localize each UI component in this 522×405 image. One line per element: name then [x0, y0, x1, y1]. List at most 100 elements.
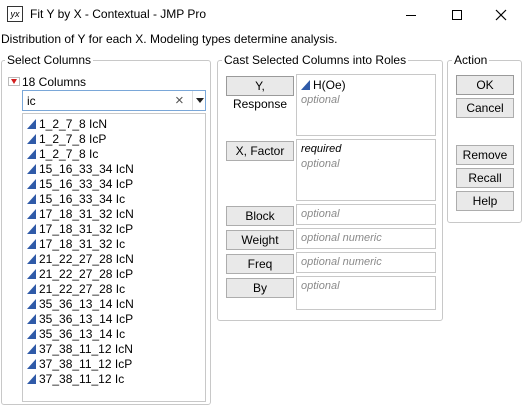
block-role-box[interactable]: optional — [296, 204, 436, 225]
y-role-value: H(Oe) — [313, 78, 346, 92]
continuous-column-icon — [27, 298, 36, 309]
continuous-column-icon — [27, 208, 36, 219]
column-list-item[interactable]: 1_2_7_8 IcN — [27, 116, 107, 131]
search-options-dropdown-icon[interactable] — [192, 91, 206, 110]
column-name: 21_22_27_28 IcN — [39, 251, 134, 266]
x-role-hint: optional — [301, 158, 340, 170]
column-list-item[interactable]: 17_18_31_32 IcP — [27, 221, 133, 236]
column-list-item[interactable]: 17_18_31_32 IcN — [27, 206, 134, 221]
column-list-item[interactable]: 21_22_27_28 Ic — [27, 281, 125, 296]
column-name: 37_38_11_12 IcP — [39, 356, 133, 371]
title-bar: yx Fit Y by X - Contextual - JMP Pro — [0, 0, 522, 30]
y-role-hint: optional — [301, 94, 340, 106]
search-value: ic — [27, 94, 36, 108]
column-list[interactable]: 1_2_7_8 IcN 1_2_7_8 IcP 1_2_7_8 Ic 15_16_33… — [22, 113, 206, 402]
column-name: 21_22_27_28 Ic — [39, 281, 126, 296]
cast-columns-label: Cast Selected Columns into Roles — [222, 53, 409, 67]
window-title: Fit Y by X - Contextual - JMP Pro — [30, 7, 207, 21]
column-name: 1_2_7_8 Ic — [39, 146, 99, 161]
column-list-item[interactable]: 37_38_11_12 IcP — [27, 356, 132, 371]
y-response-role-box[interactable]: H(Oe) optional — [296, 74, 436, 136]
maximize-icon — [452, 10, 462, 20]
continuous-column-icon — [27, 253, 36, 264]
column-name: 1_2_7_8 IcN — [39, 116, 108, 131]
weight-role-box[interactable]: optional numeric — [296, 228, 436, 249]
by-role-box[interactable]: optional — [296, 276, 436, 310]
column-list-item[interactable]: 15_16_33_34 IcP — [27, 176, 133, 191]
continuous-column-icon — [27, 358, 36, 369]
maximize-button[interactable] — [434, 0, 480, 30]
freq-role-box[interactable]: optional numeric — [296, 252, 436, 273]
column-name: 15_16_33_34 IcN — [39, 161, 134, 176]
column-list-item[interactable]: 37_38_11_12 IcN — [27, 341, 133, 356]
continuous-column-icon — [27, 283, 36, 294]
continuous-column-icon — [27, 148, 36, 159]
column-name: 37_38_11_12 IcN — [39, 341, 133, 356]
column-list-item[interactable]: 1_2_7_8 Ic — [27, 146, 98, 161]
continuous-column-icon — [27, 193, 36, 204]
cancel-button[interactable]: Cancel — [456, 98, 514, 118]
continuous-column-icon — [27, 328, 36, 339]
column-name: 15_16_33_34 Ic — [39, 191, 126, 206]
continuous-column-icon — [27, 313, 36, 324]
column-list-item[interactable]: 17_18_31_32 Ic — [27, 236, 125, 251]
continuous-column-icon — [27, 163, 36, 174]
close-button[interactable] — [480, 0, 522, 30]
dialog-description: Distribution of Y for each X. Modeling t… — [1, 32, 338, 46]
column-list-item[interactable]: 1_2_7_8 IcP — [27, 131, 106, 146]
column-name: 17_18_31_32 IcP — [39, 221, 134, 236]
weight-role-hint: optional numeric — [301, 232, 382, 244]
continuous-column-icon — [27, 133, 36, 144]
column-list-item[interactable]: 35_36_13_14 IcP — [27, 311, 133, 326]
column-name: 35_36_13_14 Ic — [39, 326, 126, 341]
column-name: 35_36_13_14 IcN — [39, 296, 134, 311]
x-role-required: required — [301, 143, 342, 155]
close-icon — [495, 9, 507, 21]
continuous-column-icon — [27, 238, 36, 249]
column-list-item[interactable]: 15_16_33_34 IcN — [27, 161, 134, 176]
continuous-column-icon — [27, 118, 36, 129]
column-name: 17_18_31_32 Ic — [39, 236, 126, 251]
help-button[interactable]: Help — [456, 191, 514, 211]
column-name: 37_38_11_12 Ic — [39, 371, 125, 386]
freq-button[interactable]: Freq — [226, 254, 294, 274]
by-role-hint: optional — [301, 280, 340, 292]
column-list-item[interactable]: 21_22_27_28 IcN — [27, 251, 134, 266]
column-search-input[interactable]: ic × — [22, 90, 206, 111]
column-name: 35_36_13_14 IcP — [39, 311, 134, 326]
column-list-item[interactable]: 37_38_11_12 Ic — [27, 371, 124, 386]
column-list-item[interactable]: 15_16_33_34 Ic — [27, 191, 125, 206]
clear-search-icon[interactable]: × — [175, 92, 184, 109]
block-button[interactable]: Block — [226, 206, 294, 226]
column-name: 21_22_27_28 IcP — [39, 266, 134, 281]
ok-button[interactable]: OK — [456, 75, 514, 95]
continuous-column-icon — [27, 373, 36, 384]
column-name: 17_18_31_32 IcN — [39, 206, 134, 221]
by-button[interactable]: By — [226, 278, 294, 298]
freq-role-hint: optional numeric — [301, 256, 382, 268]
continuous-column-icon — [301, 80, 310, 90]
recall-button[interactable]: Recall — [456, 168, 514, 188]
x-factor-role-box[interactable]: required optional — [296, 139, 436, 201]
continuous-column-icon — [27, 223, 36, 234]
select-columns-label: Select Columns — [5, 53, 94, 67]
x-factor-button[interactable]: X, Factor — [226, 141, 294, 161]
column-count-label: 18 Columns — [22, 75, 87, 89]
weight-button[interactable]: Weight — [226, 230, 294, 250]
y-role-item[interactable]: H(Oe) — [301, 78, 346, 92]
red-triangle-menu-icon[interactable] — [8, 77, 20, 86]
continuous-column-icon — [27, 268, 36, 279]
minimize-icon — [406, 14, 416, 16]
column-list-item[interactable]: 35_36_13_14 Ic — [27, 326, 125, 341]
action-label: Action — [452, 53, 490, 67]
continuous-column-icon — [27, 178, 36, 189]
minimize-button[interactable] — [388, 0, 434, 30]
app-icon: yx — [7, 6, 23, 22]
column-list-item[interactable]: 21_22_27_28 IcP — [27, 266, 133, 281]
column-name: 1_2_7_8 IcP — [39, 131, 107, 146]
continuous-column-icon — [27, 343, 36, 354]
column-name: 15_16_33_34 IcP — [39, 176, 134, 191]
y-response-button[interactable]: Y, Response — [226, 76, 294, 111]
column-list-item[interactable]: 35_36_13_14 IcN — [27, 296, 134, 311]
remove-button[interactable]: Remove — [456, 145, 514, 165]
